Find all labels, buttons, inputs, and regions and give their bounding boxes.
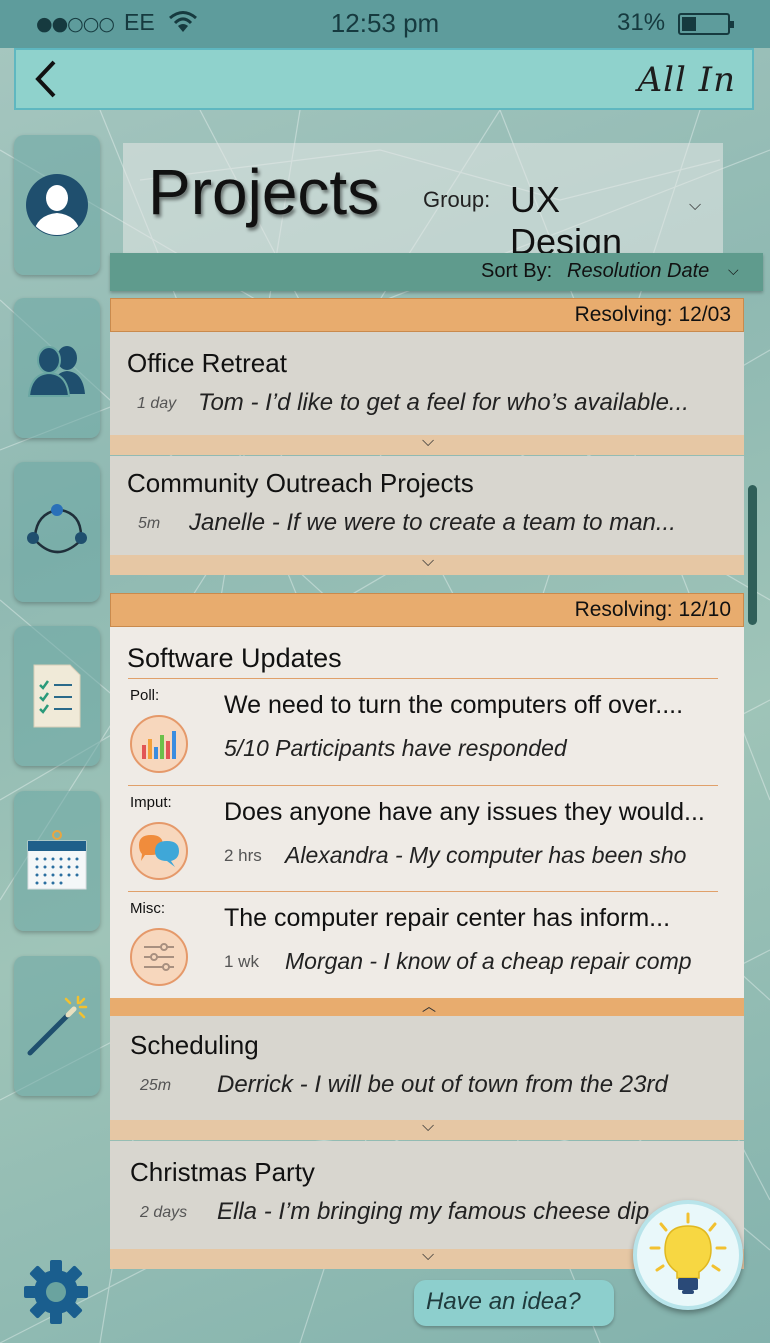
sliders-icon [144,943,174,971]
card-message: Ella - I’m bringing my famous cheese dip [217,1198,650,1225]
resolving-date: Resolving: 12/03 [574,303,731,326]
chevron-down-icon[interactable]: ⌵ [689,195,701,215]
collapse-bar[interactable]: ︿ [110,998,744,1016]
poll-badge [130,715,188,773]
list-item[interactable]: Scheduling 25m Derrick - I will be out o… [110,1016,744,1140]
expand-bar[interactable]: ⌵ [110,551,744,575]
expand-bar[interactable]: ⌵ [110,431,744,455]
battery-percent: 31% [617,9,666,36]
expanded-card[interactable]: Software Updates Poll: We need to turn t… [110,627,744,999]
user-icon [26,174,88,236]
section-header: Resolving: 12/10 [110,593,744,627]
card-message: Derrick - I will be out of town from the… [217,1071,668,1098]
calendar-icon [27,830,87,890]
sidebar-item-groups[interactable] [14,298,100,438]
scrollbar[interactable] [748,485,757,625]
idea-label: Have an idea? [426,1288,581,1315]
card-time: 25m [140,1077,172,1094]
item-type: Imput: [130,794,172,811]
idea-prompt[interactable]: Have an idea? [414,1280,614,1326]
list-item[interactable]: Community Outreach Projects 5m Janelle -… [110,456,744,575]
item-title: Does anyone have any issues they would..… [224,798,705,826]
sidebar-item-network[interactable] [14,462,100,602]
sort-dropdown[interactable]: Sort By: Resolution Date ⌵ [110,253,763,291]
bar-chart-icon [142,731,176,759]
card-message: Janelle - If we were to create a team to… [189,509,676,536]
card-title: Software Updates [127,643,342,673]
nav-bar: All In [14,48,754,110]
card-message: Tom - I’d like to get a feel for who’s a… [198,389,689,416]
item-message: Morgan - I know of a cheap repair comp [285,948,692,974]
status-bar: ●●○○○ EE 12:53 pm 31% [0,0,770,48]
item-title: The computer repair center has inform... [224,904,671,932]
sub-item-misc[interactable]: Misc: The computer repair center has inf… [128,891,718,997]
item-type: Poll: [130,687,160,704]
item-message: Alexandra - My computer has been sho [285,842,687,868]
chevron-down-icon: ⌵ [422,1245,435,1264]
sidebar-item-profile[interactable] [14,135,100,275]
item-type: Misc: [130,900,165,917]
expand-bar[interactable]: ⌵ [110,1116,744,1140]
lightbulb-icon [649,1212,727,1294]
chevron-down-icon: ⌵ [422,551,435,570]
sidebar-item-tasks[interactable] [14,626,100,766]
card-title: Scheduling [130,1030,259,1060]
sidebar-item-calendar[interactable] [14,791,100,931]
page-header: Projects Group: UX Design ⌵ [123,143,723,266]
sub-item-input[interactable]: Imput: Does anyone have any issues they … [128,785,718,891]
card-title: Christmas Party [130,1157,315,1187]
group-label: Group: [423,187,491,212]
chevron-down-icon: ⌵ [422,431,435,450]
card-title: Community Outreach Projects [127,468,474,498]
idea-button[interactable] [633,1200,743,1310]
chevron-up-icon: ︿ [422,999,436,1015]
sort-label: Sort By: [481,260,553,282]
item-message: 5/10 Participants have responded [224,735,567,761]
card-time: 2 days [140,1204,188,1221]
page-title: Projects [148,156,380,228]
magic-wand-icon [27,995,88,1056]
list-item[interactable]: Office Retreat 1 day Tom - I’d like to g… [110,332,744,455]
sub-item-poll[interactable]: Poll: We need to turn the computers off … [128,678,718,785]
card-title: Office Retreat [127,348,287,378]
gear-icon[interactable] [20,1256,92,1328]
chevron-left-icon[interactable] [26,56,66,102]
checklist-icon [33,664,81,728]
users-icon [27,346,85,397]
chevron-down-icon: ⌵ [728,263,739,279]
input-badge [130,822,188,880]
card-time: 1 day [137,395,177,412]
resolving-date: Resolving: 12/10 [574,598,731,621]
card-time: 5m [138,515,161,532]
share-icon [27,504,87,554]
sort-value: Resolution Date [567,260,710,282]
app-logo: All In [637,60,736,100]
sidebar-item-ideas[interactable] [14,956,100,1096]
item-title: We need to turn the computers off over..… [224,691,684,719]
battery-icon [678,13,734,35]
app-screen: ●●○○○ EE 12:53 pm 31% All In Projects Gr… [0,0,770,1343]
misc-badge [130,928,188,986]
item-time: 1 wk [224,952,259,971]
chat-bubbles-icon [139,835,179,867]
section-header: Resolving: 12/03 [110,298,744,332]
item-time: 2 hrs [224,846,262,865]
chevron-down-icon: ⌵ [422,1116,435,1135]
